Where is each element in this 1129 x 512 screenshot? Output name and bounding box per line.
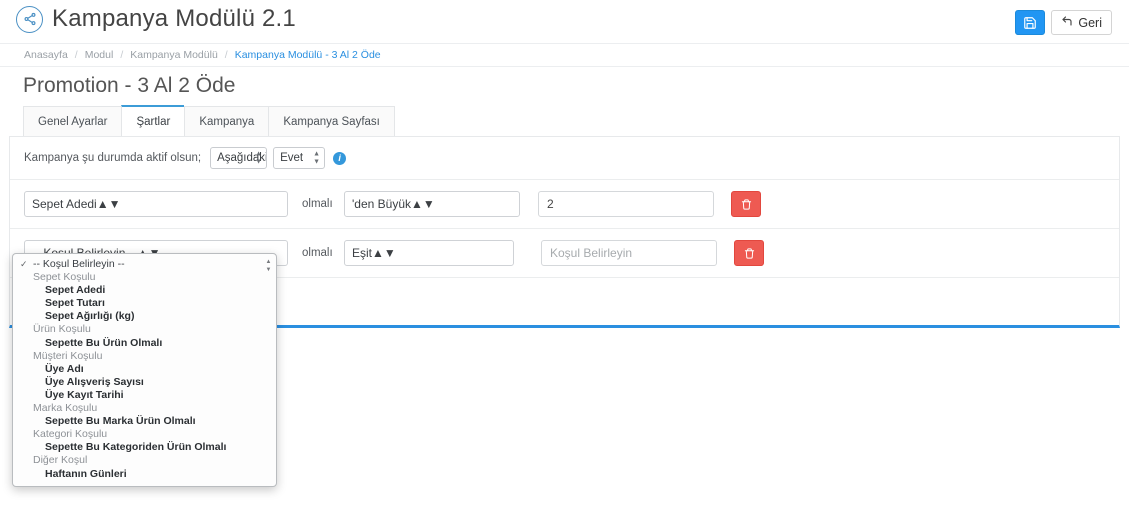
rule-value-input-1[interactable] [538, 191, 714, 217]
dropdown-item-label: -- Koşul Belirleyin -- [33, 258, 125, 270]
share-circle-icon [16, 6, 43, 33]
dropdown-item-haftanin-gunleri[interactable]: Haftanın Günleri [13, 468, 276, 481]
activation-answer-value: Evet [280, 152, 303, 164]
rule-delete-button-2[interactable] [734, 240, 764, 266]
check-icon: ✓ [20, 258, 28, 271]
chevron-updown-icon: ▲▼ [255, 151, 262, 166]
back-button[interactable]: Geri [1051, 10, 1112, 35]
rule-middle-label-1: olmalı [302, 198, 344, 210]
header-actions: Geri [1015, 10, 1112, 35]
dropdown-group-sepet-kosulu: Sepet Koşulu [13, 271, 276, 284]
dropdown-group-marka-kosulu: Marka Koşulu [13, 402, 276, 415]
app-root: Kampanya Modülü 2.1 Geri [0, 0, 1129, 512]
dropdown-item-sepette-bu-marka-urun-olmali[interactable]: Sepette Bu Marka Ürün Olmalı [13, 415, 276, 428]
dropdown-item-sepet-tutari[interactable]: Sepet Tutarı [13, 297, 276, 310]
activation-scope-select[interactable]: Aşağıdaki ▲▼ [210, 147, 267, 169]
dropdown-item-sepet-adedi[interactable]: Sepet Adedi [13, 284, 276, 297]
app-title: Kampanya Modülü 2.1 [52, 5, 296, 33]
tab-sartlar[interactable]: Şartlar [121, 105, 184, 137]
condition-select-dropdown[interactable]: ▲▼ ✓ -- Koşul Belirleyin -- Sepet Koşulu… [12, 253, 277, 487]
dropdown-item-sepette-bu-kategoriden-urun-olmali[interactable]: Sepette Bu Kategoriden Ürün Olmalı [13, 441, 276, 454]
breadcrumb-separator: / [120, 49, 123, 61]
dropdown-item-uye-adi[interactable]: Üye Adı [13, 363, 276, 376]
undo-arrow-icon [1061, 15, 1073, 30]
dropdown-group-urun-kosulu: Ürün Koşulu [13, 323, 276, 336]
breadcrumb-separator: / [75, 49, 78, 61]
activation-answer-select[interactable]: Evet ▲▼ [273, 147, 325, 169]
dropdown-group-kategori-kosulu: Kategori Koşulu [13, 428, 276, 441]
brand: Kampanya Modülü 2.1 [16, 5, 296, 33]
dropdown-item-placeholder[interactable]: ✓ -- Koşul Belirleyin -- [13, 258, 276, 271]
rule-condition-select-1[interactable]: Sepet Adedi ▲▼ [24, 191, 288, 217]
tab-kampanya[interactable]: Kampanya [184, 106, 268, 137]
rule-condition-value-1: Sepet Adedi [32, 197, 97, 211]
breadcrumb-item-home[interactable]: Anasayfa [24, 49, 68, 61]
dropdown-item-sepette-bu-urun-olmali[interactable]: Sepette Bu Ürün Olmalı [13, 337, 276, 350]
rule-operator-select-1[interactable]: 'den Büyük ▲▼ [344, 191, 520, 217]
dropdown-group-musteri-kosulu: Müşteri Koşulu [13, 350, 276, 363]
info-circle-icon[interactable]: i [333, 152, 346, 165]
rule-operator-select-2[interactable]: Eşit ▲▼ [344, 240, 514, 266]
rule-middle-label-2: olmalı [302, 247, 344, 259]
app-header: Kampanya Modülü 2.1 Geri [0, 0, 1129, 43]
dropdown-item-uye-kayit-tarihi[interactable]: Üye Kayıt Tarihi [13, 389, 276, 402]
dropdown-item-uye-alisveris-sayisi[interactable]: Üye Alışveriş Sayısı [13, 376, 276, 389]
chevron-updown-icon: ▲▼ [372, 246, 396, 260]
page-title: Promotion - 3 Al 2 Öde [23, 74, 235, 98]
rule-value-input-2[interactable] [541, 240, 717, 266]
activation-condition-row: Kampanya şu durumda aktif olsun; Aşağıda… [10, 137, 1119, 180]
back-button-label: Geri [1078, 16, 1102, 30]
rule-operator-value-1: 'den Büyük [352, 197, 411, 211]
rule-delete-button-1[interactable] [731, 191, 761, 217]
chevron-updown-icon: ▲▼ [313, 151, 320, 166]
tab-bar: Genel Ayarlar Şartlar Kampanya Kampanya … [23, 105, 395, 137]
rule-row: Sepet Adedi ▲▼ olmalı 'den Büyük ▲▼ [10, 180, 1119, 229]
breadcrumb-item-current[interactable]: Kampanya Modülü - 3 Al 2 Öde [235, 49, 381, 61]
save-button[interactable] [1015, 10, 1045, 35]
breadcrumb-separator: / [225, 49, 228, 61]
breadcrumb-item-modul[interactable]: Modul [85, 49, 114, 61]
activation-label: Kampanya şu durumda aktif olsun; [24, 152, 201, 164]
tab-kampanya-sayfasi[interactable]: Kampanya Sayfası [268, 106, 395, 137]
chevron-updown-icon: ▲▼ [97, 197, 121, 211]
breadcrumb-item-kampanya-modulu[interactable]: Kampanya Modülü [130, 49, 218, 61]
tab-genel-ayarlar[interactable]: Genel Ayarlar [23, 106, 121, 137]
dropdown-group-diger-kosul: Diğer Koşul [13, 454, 276, 467]
rule-operator-value-2: Eşit [352, 246, 372, 260]
dropdown-item-sepet-agirligi[interactable]: Sepet Ağırlığı (kg) [13, 310, 276, 323]
chevron-updown-icon: ▲▼ [411, 197, 435, 211]
breadcrumb: Anasayfa / Modul / Kampanya Modülü / Kam… [0, 43, 1129, 67]
